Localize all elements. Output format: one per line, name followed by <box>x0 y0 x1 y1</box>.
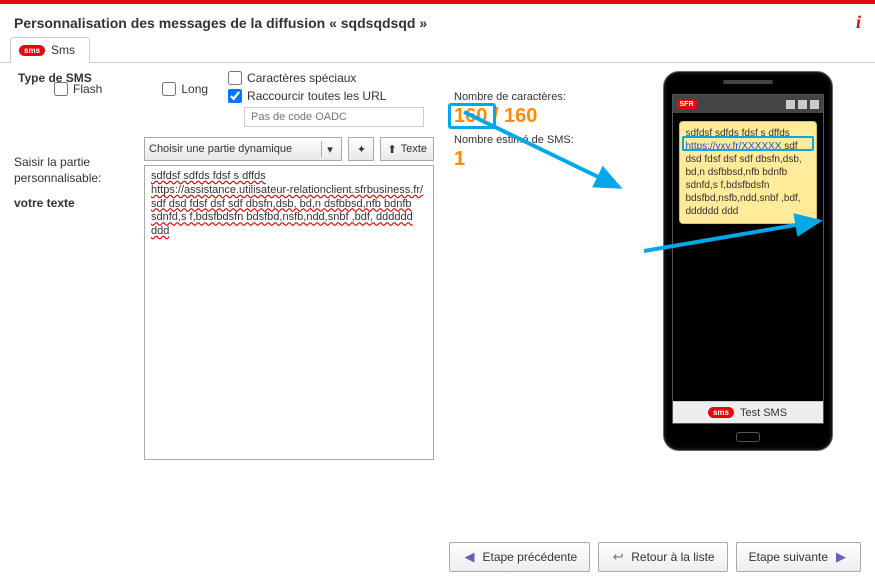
arrow-right-circle-icon: ▶ <box>834 550 848 564</box>
sms-count-value: 1 <box>454 148 614 171</box>
signal-icon <box>786 100 795 109</box>
sms-count-label: Nombre estimé de SMS: <box>454 134 614 146</box>
back-to-list-button[interactable]: ↩ Retour à la liste <box>598 542 727 572</box>
phone-status-bar: SFR <box>673 95 823 113</box>
nav-button-row: ◀ Etape précédente ↩ Retour à la liste E… <box>449 542 861 572</box>
checkbox-special-chars-label: Caractères spéciaux <box>247 71 356 85</box>
insert-text-button-label: Texte <box>401 143 427 155</box>
dynamic-part-select-label: Choisir une partie dynamique <box>149 143 292 155</box>
status-icons <box>786 100 819 109</box>
next-step-button[interactable]: Etape suivante ▶ <box>736 542 861 572</box>
perso-label: Saisir la partie personnalisable: votre … <box>14 155 124 212</box>
main-content: Type de SMS Saisir la partie personnalis… <box>0 63 875 468</box>
char-count-label: Nombre de caractères: <box>454 91 614 103</box>
phone-speaker <box>723 80 773 84</box>
oadc-input[interactable] <box>244 107 424 127</box>
wifi-icon <box>810 100 819 109</box>
checkbox-flash-label: Flash <box>73 82 102 96</box>
sms-icon: sms <box>19 45 45 56</box>
page-header: Personnalisation des messages de la diff… <box>0 4 875 37</box>
shuffle-icon: ✦ <box>357 143 366 156</box>
checkbox-long-label: Long <box>181 82 208 96</box>
phone-screen: SFR sdfdsf sdfds fdsf s dffds https://vx… <box>672 94 824 424</box>
phone-footer-label: Test SMS <box>740 407 787 419</box>
sms-icon: sms <box>708 407 734 418</box>
preview-line-1: sdfdsf sdfds fdsf s dffds <box>686 128 790 139</box>
tab-strip: sms Sms <box>0 37 875 63</box>
checkbox-special-chars[interactable]: Caractères spéciaux <box>228 71 386 85</box>
dynamic-part-select[interactable]: Choisir une partie dynamique ▾ <box>144 137 342 161</box>
phone-preview-column: SFR sdfdsf sdfds fdsf s dffds https://vx… <box>634 71 861 460</box>
carrier-badge: SFR <box>677 100 697 109</box>
message-textarea[interactable]: sdfdsf sdfds fdsf s dffds https://assist… <box>144 165 434 460</box>
shuffle-button[interactable]: ✦ <box>348 137 374 161</box>
insert-text-button[interactable]: ⬆ Texte <box>380 137 434 161</box>
perso-label-line2: personnalisable: <box>14 171 101 185</box>
checkbox-shorten-url-label: Raccourcir toutes les URL <box>247 89 386 103</box>
preview-line-2: sdf dsd fdsf dsf sdf dbsfn,dsb, bd,n dsf… <box>686 141 802 217</box>
tab-sms[interactable]: sms Sms <box>10 37 90 63</box>
checkbox-special-chars-input[interactable] <box>228 71 242 85</box>
tab-label: Sms <box>51 43 75 57</box>
counter-column: Nombre de caractères: 160 / 160 Nombre e… <box>454 71 614 460</box>
checkbox-shorten-url[interactable]: Raccourcir toutes les URL <box>228 89 386 103</box>
perso-label-yourtext: votre texte <box>14 196 124 212</box>
msg-line-1: sdfdsf sdfds fdsf s dffds <box>151 170 266 182</box>
phone-home-button <box>736 432 760 442</box>
checkbox-shorten-url-input[interactable] <box>228 89 242 103</box>
perso-label-line1: Saisir la partie <box>14 155 90 169</box>
checkbox-flash[interactable]: Flash <box>54 71 102 107</box>
phone-footer-bar: sms Test SMS <box>673 401 823 423</box>
char-count-value: 160 / 160 <box>454 105 537 128</box>
preview-shortlink: https://vxy.fr/XXXXXX <box>686 141 782 152</box>
msg-line-5: ddd <box>151 225 169 237</box>
checkbox-long[interactable]: Long <box>162 71 208 107</box>
mid-column: Flash Long Caractères spéciaux Raccourci… <box>144 71 434 460</box>
upload-icon: ⬆ <box>387 143 396 156</box>
return-icon: ↩ <box>611 550 625 564</box>
msg-line-4: sdnfd,s f,bdsfbdsfn bdsfbd,nsfb,ndd,snbf… <box>151 211 413 223</box>
info-icon[interactable]: i <box>856 12 861 33</box>
prev-step-label: Etape précédente <box>482 550 577 564</box>
battery-icon <box>798 100 807 109</box>
phone-mockup: SFR sdfdsf sdfds fdsf s dffds https://vx… <box>663 71 833 451</box>
prev-step-button[interactable]: ◀ Etape précédente <box>449 542 590 572</box>
back-to-list-label: Retour à la liste <box>631 550 714 564</box>
next-step-label: Etape suivante <box>749 550 828 564</box>
msg-line-2: https://assistance.utilisateur-relationc… <box>151 184 423 196</box>
checkbox-flash-input[interactable] <box>54 82 68 96</box>
page-title: Personnalisation des messages de la diff… <box>14 15 427 31</box>
left-column: Type de SMS Saisir la partie personnalis… <box>14 71 124 460</box>
sms-preview-bubble: sdfdsf sdfds fdsf s dffds https://vxy.fr… <box>679 121 817 224</box>
msg-line-3: sdf dsd fdsf dsf sdf dbsfn,dsb, bd,n dsf… <box>151 198 412 210</box>
chevron-down-icon: ▾ <box>321 141 337 157</box>
arrow-left-circle-icon: ◀ <box>462 550 476 564</box>
checkbox-long-input[interactable] <box>162 82 176 96</box>
